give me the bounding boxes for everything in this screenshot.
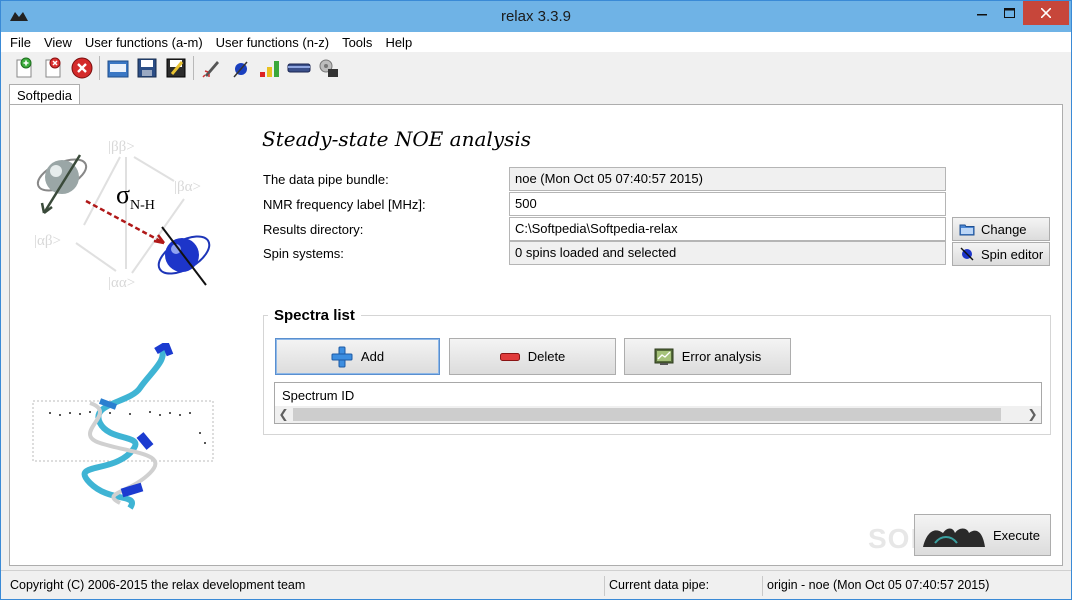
spectrum-id-column-header[interactable]: Spectrum ID bbox=[282, 388, 354, 403]
minimize-icon bbox=[976, 14, 987, 16]
prompt-gear-icon bbox=[319, 59, 338, 77]
menu-bar: File View User functions (a-m) User func… bbox=[1, 32, 1071, 52]
add-spectrum-button[interactable]: Add bbox=[275, 338, 440, 375]
results-directory-label: Results directory: bbox=[263, 222, 364, 237]
folder-icon bbox=[959, 224, 975, 235]
add-icon bbox=[331, 346, 353, 367]
status-bar: Copyright (C) 2006-2015 the relax develo… bbox=[1, 570, 1071, 599]
results-directory-input[interactable]: C:\Softpedia\Softpedia-relax bbox=[509, 217, 946, 241]
toolbar-separator bbox=[99, 56, 100, 80]
analysis-heading: Steady-state NOE analysis bbox=[262, 127, 532, 151]
bar-chart-icon bbox=[259, 61, 279, 77]
noe-diagram: |ββ> |βα> |αβ> |αα> σN-H bbox=[34, 139, 211, 291]
maximize-icon bbox=[1004, 8, 1015, 18]
new-analysis-icon bbox=[16, 57, 31, 78]
save-as-button[interactable] bbox=[161, 54, 190, 82]
state-aa-label: |αα> bbox=[108, 275, 135, 291]
nitrogen-spin-icon bbox=[36, 154, 88, 214]
pipe-bundle-value: noe (Mon Oct 05 07:40:57 2015) bbox=[509, 167, 946, 191]
save-icon bbox=[137, 58, 156, 78]
execute-label: Execute bbox=[993, 527, 1040, 543]
app-window: relax 3.3.9 File View User functions (a-… bbox=[0, 0, 1072, 600]
scroll-left-icon[interactable]: ❮ bbox=[275, 406, 292, 423]
sigma-subscript: N-H bbox=[130, 198, 155, 213]
results-viewer-button[interactable] bbox=[255, 54, 284, 82]
scroll-right-icon[interactable]: ❯ bbox=[1024, 406, 1041, 423]
open-button[interactable] bbox=[103, 54, 132, 82]
sigma-label: σN-H bbox=[116, 180, 155, 213]
horizontal-scrollbar[interactable]: ❮ ❯ bbox=[275, 406, 1041, 423]
state-bb-label: |ββ> bbox=[108, 139, 135, 155]
close-icon bbox=[1041, 8, 1051, 18]
spectra-list-title: Spectra list bbox=[268, 307, 361, 324]
spectrum-list[interactable]: Spectrum ID ❮ ❯ bbox=[274, 382, 1042, 424]
error-analysis-label: Error analysis bbox=[681, 349, 762, 364]
close-analysis-button[interactable] bbox=[38, 54, 67, 82]
delete-spectrum-label: Delete bbox=[527, 349, 566, 364]
maximize-button[interactable] bbox=[996, 1, 1023, 25]
open-folder-icon bbox=[107, 60, 128, 78]
error-analysis-button[interactable]: Error analysis bbox=[624, 338, 791, 375]
delete-spectrum-button[interactable]: Delete bbox=[449, 338, 616, 375]
current-pipe-label: Current data pipe: bbox=[604, 576, 762, 596]
relax-execute-icon bbox=[923, 528, 985, 547]
nmr-frequency-input[interactable]: 500 bbox=[509, 192, 946, 216]
execute-button[interactable]: Execute bbox=[914, 514, 1051, 556]
pipe-editor-button[interactable] bbox=[284, 54, 313, 82]
spin-icon bbox=[232, 61, 248, 78]
tab-strip: Softpedia bbox=[1, 84, 1071, 106]
protein-structure-image bbox=[32, 343, 214, 510]
menu-file[interactable]: File bbox=[10, 35, 31, 50]
save-as-icon bbox=[166, 58, 185, 78]
settings-button[interactable] bbox=[313, 54, 342, 82]
spin-systems-value: 0 spins loaded and selected bbox=[509, 241, 946, 265]
pipe-bundle-label: The data pipe bundle: bbox=[263, 172, 389, 187]
new-analysis-button[interactable] bbox=[9, 54, 38, 82]
change-directory-label: Change bbox=[981, 221, 1027, 237]
state-ab-label: |αβ> bbox=[34, 233, 61, 249]
close-all-analyses-button[interactable] bbox=[67, 54, 96, 82]
menu-tools[interactable]: Tools bbox=[342, 35, 372, 50]
change-directory-button[interactable]: Change bbox=[952, 217, 1050, 241]
toolbar bbox=[1, 52, 1071, 84]
spin-viewer-button[interactable] bbox=[226, 54, 255, 82]
scrollbar-thumb[interactable] bbox=[293, 408, 1001, 421]
spin-icon bbox=[960, 247, 974, 261]
menu-help[interactable]: Help bbox=[385, 35, 412, 50]
error-analysis-icon bbox=[654, 348, 674, 365]
close-button[interactable] bbox=[1023, 1, 1069, 25]
analysis-panel: |ββ> |βα> |αβ> |αα> σN-H Steady-state NO… bbox=[9, 104, 1063, 566]
current-pipe-value: origin - noe (Mon Oct 05 07:40:57 2015) bbox=[762, 576, 1067, 596]
stop-icon bbox=[71, 57, 92, 79]
minimize-button[interactable] bbox=[967, 1, 996, 25]
toolbar-separator bbox=[193, 56, 194, 80]
save-button[interactable] bbox=[132, 54, 161, 82]
spin-systems-label: Spin systems: bbox=[263, 246, 344, 261]
state-ba-label: |βα> bbox=[174, 179, 201, 195]
spectra-list-group: Spectra list Add Delete Error analysis S… bbox=[263, 307, 1051, 435]
spin-editor-button[interactable]: Spin editor bbox=[952, 242, 1050, 266]
pipe-icon bbox=[287, 63, 310, 73]
window-title: relax 3.3.9 bbox=[500, 8, 572, 25]
close-analysis-icon bbox=[45, 57, 60, 78]
add-spectrum-label: Add bbox=[360, 349, 385, 364]
title-bar[interactable]: relax 3.3.9 bbox=[1, 1, 1071, 32]
menu-view[interactable]: View bbox=[44, 35, 72, 50]
run-button[interactable] bbox=[197, 54, 226, 82]
hydrogen-spin-icon bbox=[157, 226, 211, 286]
rocket-icon bbox=[201, 61, 219, 78]
nmr-frequency-label: NMR frequency label [MHz]: bbox=[263, 197, 426, 212]
menu-user-functions-n-z[interactable]: User functions (n-z) bbox=[216, 35, 329, 50]
menu-user-functions-a-m[interactable]: User functions (a-m) bbox=[85, 35, 203, 50]
delete-icon bbox=[499, 352, 520, 361]
tab-softpedia[interactable]: Softpedia bbox=[9, 84, 80, 106]
spin-editor-label: Spin editor bbox=[981, 246, 1044, 262]
copyright-text: Copyright (C) 2006-2015 the relax develo… bbox=[10, 578, 306, 592]
